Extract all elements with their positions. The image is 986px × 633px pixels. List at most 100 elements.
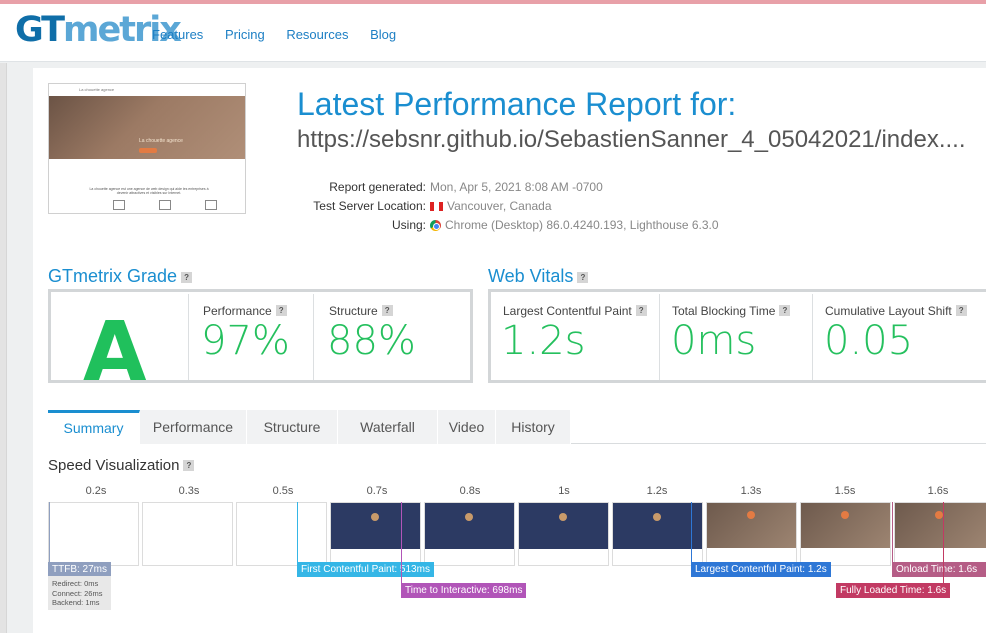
timeline-tick: 1.3s [740, 485, 762, 497]
gtmetrix-grade-heading: GTmetrix Grade? [48, 266, 193, 287]
backend-time: Backend: 1ms [52, 598, 100, 607]
help-icon[interactable]: ? [577, 272, 589, 283]
frame-logo [747, 511, 755, 519]
timeline-tick: 0.2s [85, 485, 107, 497]
report-generated-label: Report generated: [329, 180, 426, 194]
left-gutter [0, 63, 7, 633]
chrome-icon [430, 220, 441, 231]
thumbnail-feature-icon [113, 200, 125, 210]
timeline-tick: 1.6s [927, 485, 949, 497]
lcp-marker-label: Largest Contentful Paint: 1.2s [691, 562, 831, 577]
help-icon[interactable]: ? [181, 272, 193, 283]
lcp-value: 1.2s [501, 318, 586, 364]
lcp-marker-line [691, 502, 692, 562]
timeline-tick: 1s [558, 485, 570, 497]
lcp-cell: Largest Contentful Paint? 1.2s [491, 294, 659, 380]
connect-time: Connect: 26ms [52, 588, 103, 598]
ttfb-marker-line [49, 502, 50, 562]
frame-logo [465, 513, 473, 521]
canada-flag-icon [430, 202, 443, 211]
timeline-tick: 1.2s [646, 485, 668, 497]
logo-gt: GT [15, 10, 65, 50]
nav-features[interactable]: Features [152, 27, 203, 42]
timeline-tick: 0.7s [366, 485, 388, 497]
nav-pricing[interactable]: Pricing [225, 27, 265, 42]
filmstrip-frame[interactable] [236, 502, 327, 566]
report-title: Latest Performance Report for: [297, 86, 737, 122]
help-icon[interactable]: ? [275, 305, 287, 316]
thumbnail-hero-image: La chouette agence [49, 96, 245, 159]
ttfb-breakdown: Redirect: 0ms Connect: 26ms Backend: 1ms [48, 576, 111, 610]
tbt-cell: Total Blocking Time? 0ms [659, 294, 812, 380]
web-vitals-heading: Web Vitals? [488, 266, 589, 287]
nav-blog[interactable]: Blog [370, 27, 396, 42]
using-label: Using: [391, 218, 426, 232]
report-generated-value: Mon, Apr 5, 2021 8:08 AM -0700 [430, 180, 603, 194]
report-url: https://sebsnr.github.io/SebastienSanner… [297, 126, 966, 153]
frame-logo [559, 513, 567, 521]
filmstrip-frame[interactable] [330, 502, 421, 566]
filmstrip-frame[interactable] [706, 502, 797, 566]
timeline-tick: 0.8s [459, 485, 481, 497]
filmstrip-frame[interactable] [48, 502, 139, 566]
help-icon[interactable]: ? [183, 460, 195, 471]
fully-loaded-label: Fully Loaded Time: 1.6s [836, 583, 951, 598]
fcp-label: First Contentful Paint: 513ms [297, 562, 434, 577]
report-tabs: Summary Performance Structure Waterfall … [48, 410, 986, 444]
tti-label: Time to Interactive: 698ms [401, 583, 527, 598]
main-nav: Features Pricing Resources Blog [152, 27, 414, 42]
filmstrip-frame[interactable] [518, 502, 609, 566]
test-server-location-label: Test Server Location: [313, 199, 426, 213]
fully-loaded-marker-line [943, 502, 944, 583]
timeline-tick: 0.3s [178, 485, 200, 497]
grade-letter: A [83, 305, 147, 400]
tab-structure[interactable]: Structure [247, 410, 338, 444]
thumbnail-description: La chouette agence est une agence de web… [89, 187, 209, 195]
nav-resources[interactable]: Resources [286, 27, 348, 42]
tbt-label: Total Blocking Time [672, 304, 776, 318]
thumbnail-site-name: La chouette agence [49, 84, 245, 96]
frame-content [613, 549, 702, 565]
performance-label: Performance [203, 304, 272, 318]
ttfb-label: TTFB: 27ms [48, 562, 112, 577]
timeline-tick: 0.5s [272, 485, 294, 497]
filmstrip-frame[interactable] [612, 502, 703, 566]
tab-performance[interactable]: Performance [140, 410, 247, 444]
thumbnail-hero-title: La chouette agence [139, 138, 183, 144]
performance-cell: Performance? 97% [188, 294, 313, 380]
filmstrip-frame[interactable] [142, 502, 233, 566]
performance-value: 97% [201, 318, 290, 364]
help-icon[interactable]: ? [635, 305, 647, 316]
structure-value: 88% [327, 318, 416, 364]
test-server-location-value: Vancouver, Canada [447, 199, 552, 213]
page-screenshot-thumbnail[interactable]: La chouette agence La chouette agence La… [48, 83, 246, 214]
thumbnail-feature-icon [159, 200, 171, 210]
lcp-label: Largest Contentful Paint [503, 304, 632, 318]
structure-label: Structure [329, 304, 378, 318]
frame-content [425, 549, 514, 565]
help-icon[interactable]: ? [381, 305, 393, 316]
cls-value: 0.05 [824, 318, 914, 364]
site-header: GTmetrix Features Pricing Resources Blog [0, 4, 986, 62]
filmstrip-frame[interactable] [424, 502, 515, 566]
filmstrip-frame[interactable] [894, 502, 986, 566]
help-icon[interactable]: ? [955, 305, 967, 316]
timeline-tick: 1.5s [834, 485, 856, 497]
filmstrip-frame[interactable] [800, 502, 891, 566]
frame-logo [841, 511, 849, 519]
cls-label: Cumulative Layout Shift [825, 304, 952, 318]
speed-visualization-heading: Speed Visualization? [48, 457, 195, 474]
tbt-value: 0ms [671, 318, 757, 364]
thumbnail-feature-icon [205, 200, 217, 210]
frame-logo [935, 511, 943, 519]
tab-summary[interactable]: Summary [48, 410, 140, 444]
onload-label: Onload Time: 1.6s [892, 562, 986, 577]
tti-marker-line [401, 502, 402, 583]
tab-history[interactable]: History [496, 410, 571, 444]
help-icon[interactable]: ? [779, 305, 791, 316]
tab-waterfall[interactable]: Waterfall [338, 410, 438, 444]
gtmetrix-grade-title: GTmetrix Grade [48, 266, 178, 286]
onload-marker-line [892, 502, 893, 562]
tab-video[interactable]: Video [438, 410, 496, 444]
redirect-time: Redirect: 0ms [52, 579, 99, 588]
